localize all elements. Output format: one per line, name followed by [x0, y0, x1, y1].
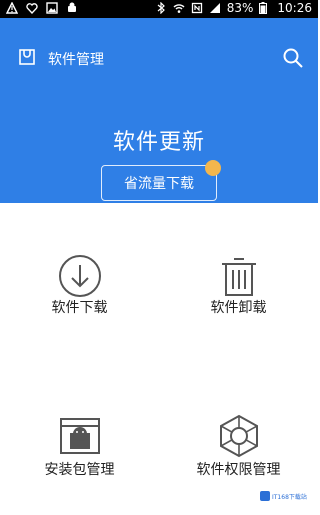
permission-management-label: 软件权限管理 [196, 462, 281, 478]
software-update-title[interactable]: 软件更新 [0, 124, 318, 156]
shopping-bag-icon[interactable] [18, 48, 36, 66]
watermark-text: IT168下载站 [272, 493, 307, 501]
software-uninstall-tile[interactable]: 软件卸载 [159, 203, 318, 359]
save-traffic-download-button[interactable]: 省流量下载 [101, 165, 217, 201]
package-management-tile[interactable]: 安装包管理 [0, 359, 159, 515]
battery-icon [259, 2, 271, 14]
android-icon [66, 2, 78, 14]
notification-badge [205, 160, 221, 176]
image-icon [46, 2, 58, 14]
trash-icon [216, 253, 262, 299]
software-download-tile[interactable]: 软件下载 [0, 203, 159, 359]
android-package-icon [57, 413, 103, 459]
header-title: 软件管理 [48, 52, 104, 68]
heart-icon [26, 2, 38, 15]
wifi-icon [173, 2, 185, 14]
shield-hexagon-icon [216, 413, 262, 459]
watermark: IT168下载站 [260, 489, 310, 503]
bluetooth-icon [155, 1, 167, 15]
clock: 10:26 [277, 1, 312, 15]
software-uninstall-label: 软件卸载 [210, 300, 267, 316]
watermark-logo [260, 491, 270, 501]
header: 软件管理 软件更新 省流量下载 [0, 18, 318, 203]
nfc-icon [191, 2, 203, 14]
status-bar: 83% 10:26 [0, 0, 318, 18]
battery-percentage: 83% [226, 1, 254, 15]
warning-icon [5, 1, 19, 14]
software-download-label: 软件下载 [51, 300, 108, 316]
function-grid: 软件下载 软件卸载 安装包管理 软件权限管理 IT168下载站 [0, 203, 318, 515]
package-management-label: 安装包管理 [44, 462, 115, 478]
download-icon [57, 253, 103, 299]
search-icon[interactable] [282, 47, 304, 69]
signal-icon [209, 2, 221, 14]
